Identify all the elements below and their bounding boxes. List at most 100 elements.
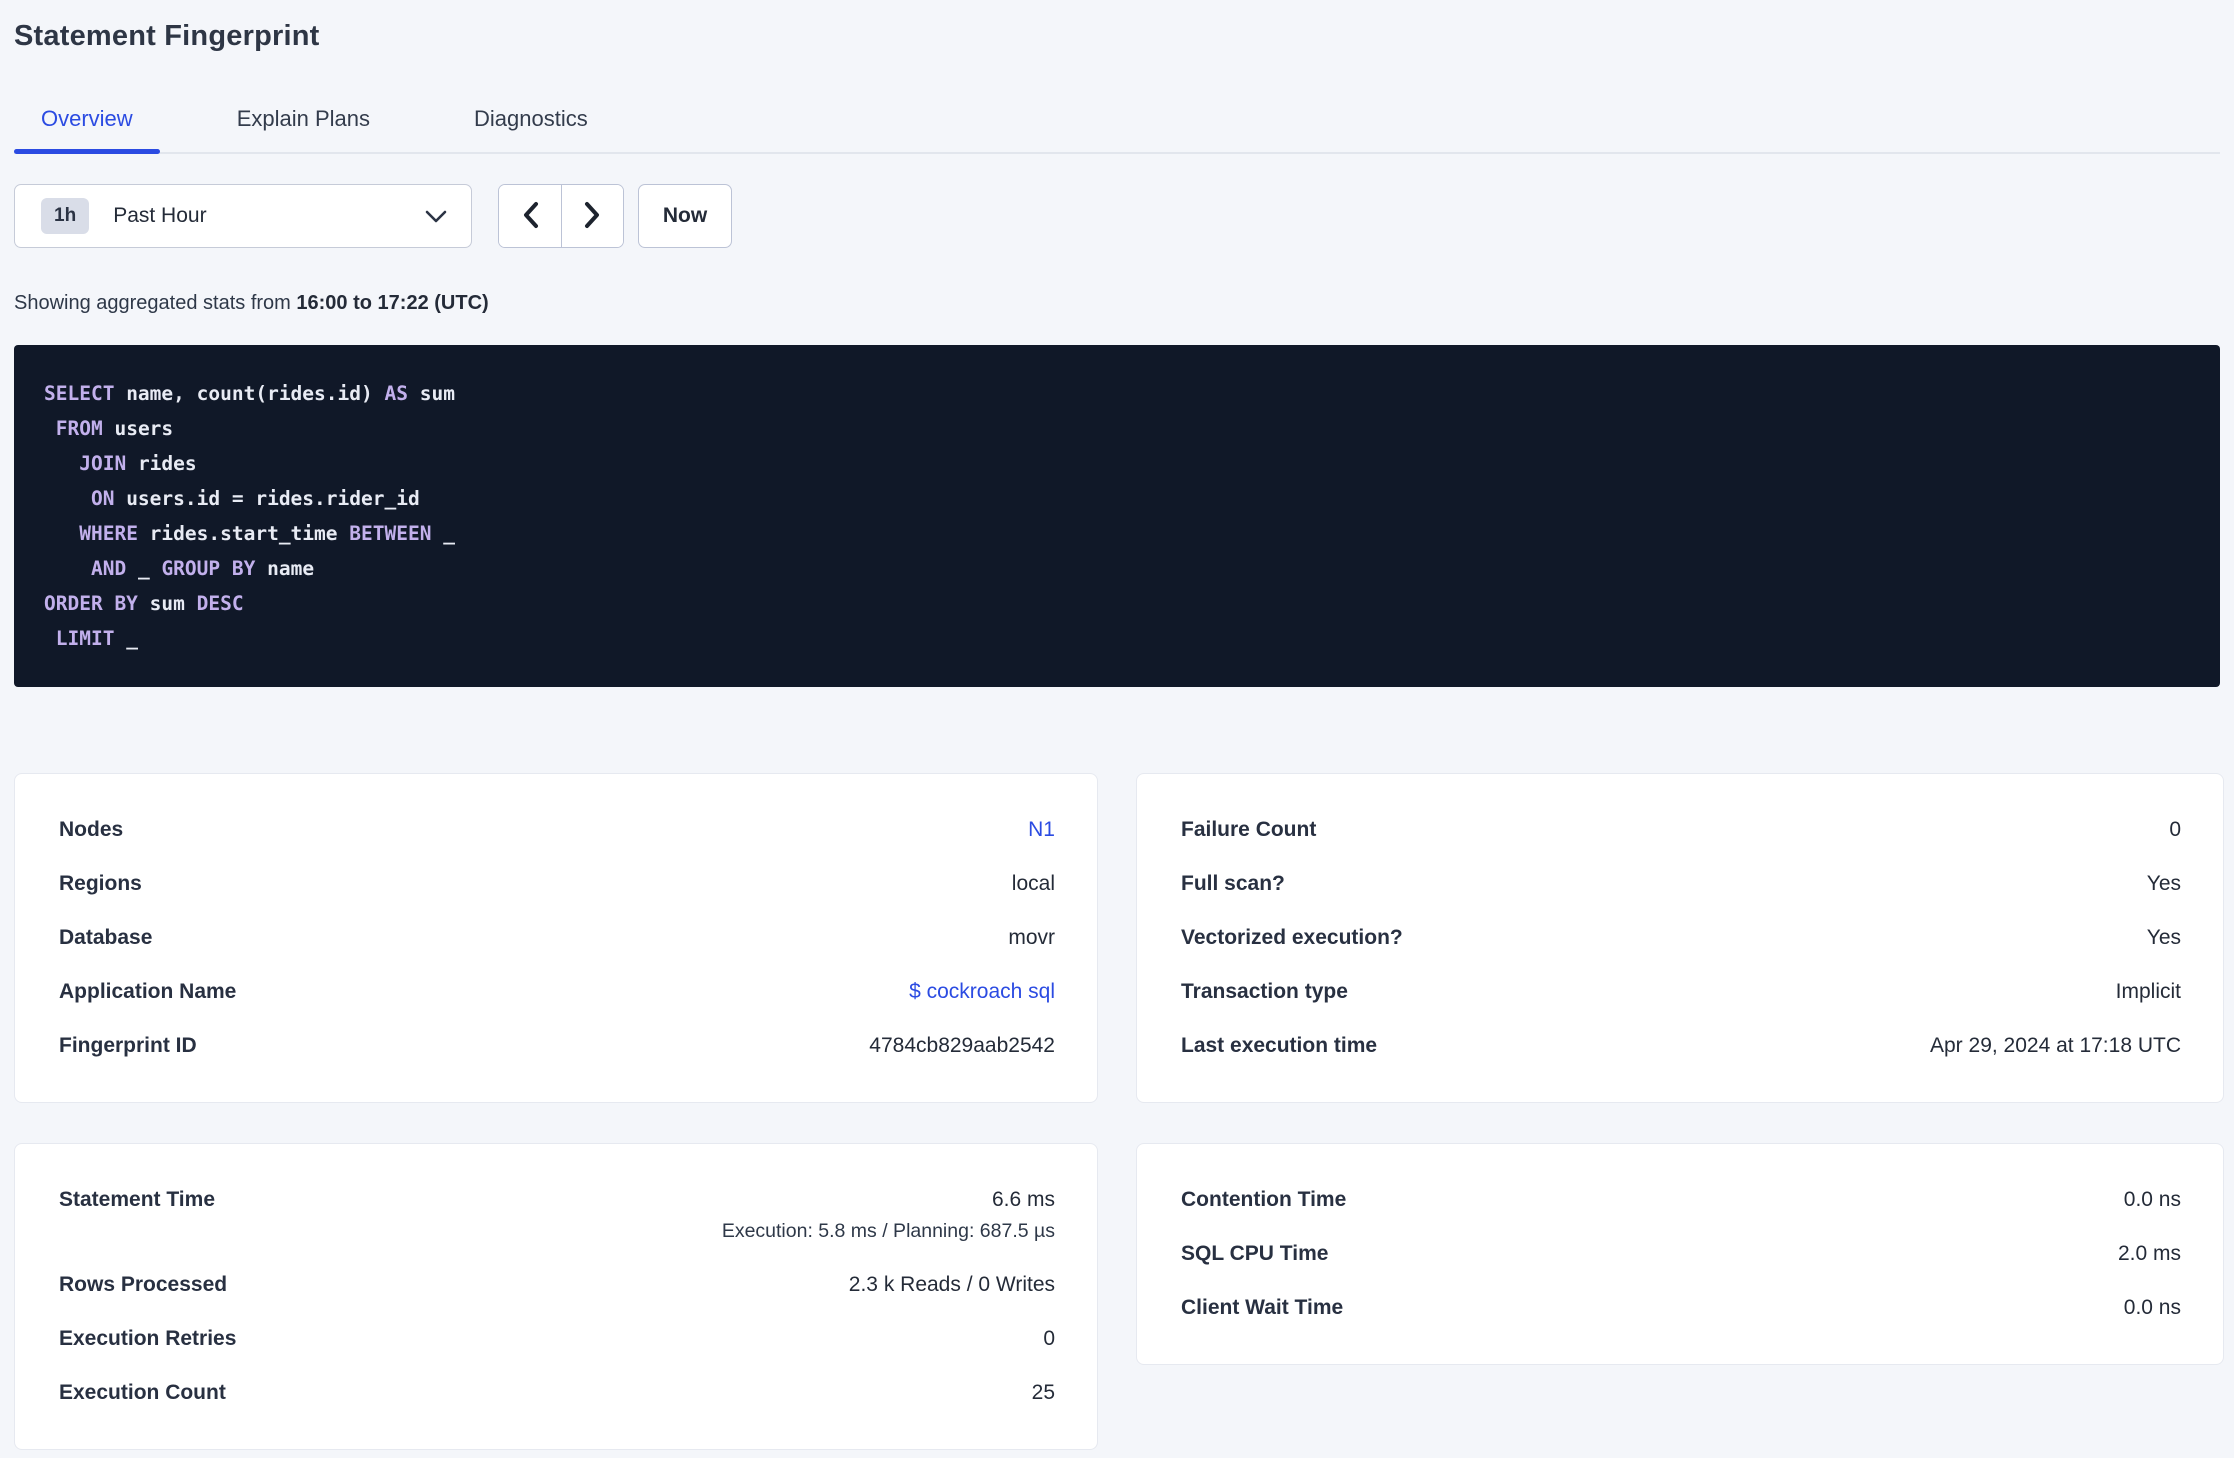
value-full-scan: Yes	[2146, 872, 2181, 895]
now-button[interactable]: Now	[638, 184, 732, 248]
label-vectorized-execution: Vectorized execution?	[1181, 926, 1403, 949]
label-client-wait-time: Client Wait Time	[1181, 1296, 1344, 1319]
prev-interval-button[interactable]	[499, 185, 561, 247]
card-row: Client Wait Time 0.0 ns	[1181, 1281, 2181, 1335]
value-sql-cpu-time: 2.0 ms	[2117, 1242, 2181, 1265]
value-application-name-link[interactable]: $ cockroach sql	[909, 980, 1055, 1004]
sql-line: AND _ GROUP BY name	[44, 551, 2190, 586]
interval-label: Past Hour	[113, 204, 207, 227]
interval-badge: 1h	[41, 198, 90, 234]
wait-times-card: Contention Time 0.0 ns SQL CPU Time 2.0 ms C…	[1136, 1143, 2224, 1365]
value-subtext: Execution: 5.8 ms / Planning: 687.5 µs	[721, 1220, 1055, 1242]
sql-keyword: JOIN	[79, 452, 127, 475]
label-transaction-type: Transaction type	[1181, 980, 1348, 1003]
card-row: Last execution time Apr 29, 2024 at 17:18…	[1181, 1019, 2181, 1073]
sql-keyword: FROM	[55, 417, 103, 440]
sql-text: name, count(rides.id)	[114, 382, 385, 405]
tab-label: Explain Plans	[236, 106, 370, 131]
aggregation-note-prefix: Showing aggregated stats from	[14, 292, 297, 314]
sql-keyword: AS	[384, 382, 408, 405]
card-row: Rows Processed 2.3 k Reads / 0 Writes	[59, 1258, 1055, 1312]
value-statement-time: 6.6 ms Execution: 5.8 ms / Planning: 687.…	[722, 1188, 1055, 1243]
value-client-wait-time: 0.0 ns	[2123, 1296, 2181, 1319]
tab-bar: Overview Explain Plans Diagnostics	[14, 96, 2220, 154]
label-statement-time: Statement Time	[59, 1188, 215, 1211]
tab-diagnostics[interactable]: Diagnostics	[447, 96, 615, 152]
tab-label: Overview	[41, 106, 133, 131]
value-rows-processed: 2.3 k Reads / 0 Writes	[848, 1273, 1055, 1296]
sql-keyword: SELECT	[44, 382, 115, 405]
sql-text: name	[255, 557, 315, 580]
label-full-scan: Full scan?	[1181, 872, 1285, 895]
card-row: Statement Time 6.6 ms Execution: 5.8 ms / …	[59, 1173, 1055, 1258]
card-row: Database movr	[59, 911, 1055, 965]
value-main: 6.6 ms	[991, 1188, 1055, 1211]
overview-cards: Nodes N1 Regions local Database movr Applicati…	[14, 773, 2224, 1450]
sql-keyword: ON	[90, 487, 115, 510]
tab-explain-plans[interactable]: Explain Plans	[210, 96, 397, 152]
sql-line: SELECT name, count(rides.id) AS sum	[44, 376, 2190, 411]
label-database: Database	[59, 926, 153, 949]
card-row: Fingerprint ID 4784cb829aab2542	[59, 1019, 1055, 1073]
sql-line: ORDER BY sum DESC	[44, 586, 2190, 621]
card-row: Transaction type Implicit	[1181, 965, 2181, 1019]
aggregation-note: Showing aggregated stats from 16:00 to 1…	[14, 292, 2220, 315]
sql-line: LIMIT _	[44, 621, 2190, 656]
tab-label: Diagnostics	[474, 106, 588, 131]
card-row: Execution Count 25	[59, 1366, 1055, 1420]
label-execution-retries: Execution Retries	[59, 1327, 237, 1350]
label-rows-processed: Rows Processed	[59, 1273, 228, 1296]
sql-text: users	[102, 417, 174, 440]
aggregation-note-range: 16:00 to 17:22 (UTC)	[296, 292, 489, 314]
tab-overview[interactable]: Overview	[14, 96, 160, 154]
value-nodes-link[interactable]: N1	[1028, 818, 1055, 842]
sql-keyword: LIMIT	[55, 627, 115, 650]
label-last-execution-time: Last execution time	[1181, 1034, 1378, 1057]
sql-text: users.id = rides.rider_id	[114, 487, 420, 510]
sql-text: _	[126, 557, 162, 580]
interval-pager	[498, 184, 624, 248]
label-failure-count: Failure Count	[1181, 818, 1317, 841]
sql-text: _	[431, 522, 455, 545]
value-contention-time: 0.0 ns	[2123, 1188, 2181, 1211]
sql-keyword: GROUP BY	[161, 557, 256, 580]
card-row: Full scan? Yes	[1181, 857, 2181, 911]
sql-keyword: WHERE	[79, 522, 138, 545]
card-row: Regions local	[59, 857, 1055, 911]
sql-line: ON users.id = rides.rider_id	[44, 481, 2190, 516]
statement-details-card: Nodes N1 Regions local Database movr Applicati…	[14, 773, 1098, 1103]
value-failure-count: 0	[2169, 818, 2181, 841]
statement-fingerprint-page: Statement Fingerprint Overview Explain Pl…	[0, 16, 2234, 1450]
time-controls: 1h Past Hour Now	[14, 184, 2220, 248]
sql-line: FROM users	[44, 411, 2190, 446]
next-interval-button[interactable]	[561, 185, 623, 247]
time-interval-select[interactable]: 1h Past Hour	[14, 184, 472, 248]
sql-text: sum	[407, 382, 455, 405]
value-vectorized-execution: Yes	[2146, 926, 2181, 949]
value-database: movr	[1008, 926, 1055, 949]
sql-line: WHERE rides.start_time BETWEEN _	[44, 516, 2190, 551]
card-row: Nodes N1	[59, 803, 1055, 857]
value-execution-retries: 0	[1043, 1327, 1055, 1350]
value-regions: local	[1011, 872, 1055, 895]
sql-keyword: AND	[90, 557, 127, 580]
card-row: Failure Count 0	[1181, 803, 2181, 857]
label-application-name: Application Name	[59, 980, 237, 1003]
sql-keyword: BETWEEN	[349, 522, 432, 545]
label-regions: Regions	[59, 872, 142, 895]
statement-timings-card: Statement Time 6.6 ms Execution: 5.8 ms / …	[14, 1143, 1098, 1450]
chevron-right-icon	[583, 201, 602, 232]
sql-text: rides	[126, 452, 197, 475]
label-nodes: Nodes	[59, 818, 124, 841]
sql-line: JOIN rides	[44, 446, 2190, 481]
label-contention-time: Contention Time	[1181, 1188, 1347, 1211]
card-row: Contention Time 0.0 ns	[1181, 1173, 2181, 1227]
label-sql-cpu-time: SQL CPU Time	[1181, 1242, 1329, 1265]
card-row: SQL CPU Time 2.0 ms	[1181, 1227, 2181, 1281]
chevron-left-icon	[521, 201, 540, 232]
statement-attributes-card: Failure Count 0 Full scan? Yes Vectorized ex…	[1136, 773, 2224, 1103]
